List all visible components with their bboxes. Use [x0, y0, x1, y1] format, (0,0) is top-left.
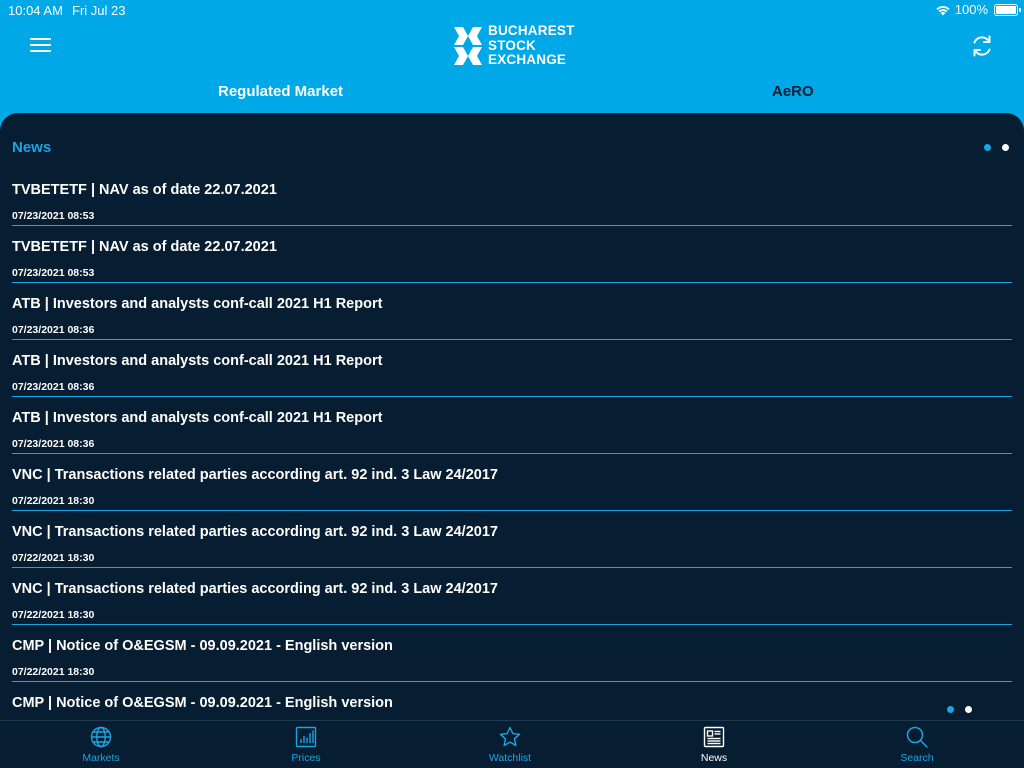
news-item[interactable]: TVBETETF | NAV as of date 22.07.2021 07/… — [0, 227, 1024, 284]
news-item[interactable]: CMP | Notice of O&EGSM - 09.09.2021 - En… — [0, 683, 1024, 720]
page-dot-active[interactable] — [947, 706, 954, 713]
news-list: TVBETETF | NAV as of date 22.07.2021 07/… — [0, 170, 1024, 720]
divider — [12, 396, 1012, 397]
tab-label: Watchlist — [488, 752, 532, 764]
page-dot[interactable] — [965, 706, 972, 713]
news-title: ATB | Investors and analysts conf-call 2… — [12, 296, 383, 312]
news-title: CMP | Notice of O&EGSM - 09.09.2021 - En… — [12, 638, 393, 654]
news-section-title: News — [12, 139, 52, 156]
tab-markets[interactable]: Markets — [56, 725, 146, 764]
page-dot[interactable] — [1002, 144, 1009, 151]
page-dot-active[interactable] — [984, 144, 991, 151]
divider — [12, 339, 1012, 340]
status-bar: 10:04 AM Fri Jul 23 100% — [0, 0, 1024, 22]
divider — [12, 681, 1012, 682]
star-icon — [499, 726, 521, 747]
battery-percent: 100% — [954, 2, 988, 17]
battery-icon — [994, 3, 1021, 16]
refresh-button[interactable] — [968, 32, 996, 60]
news-item[interactable]: CMP | Notice of O&EGSM - 09.09.2021 - En… — [0, 626, 1024, 683]
news-title: ATB | Investors and analysts conf-call 2… — [12, 353, 383, 369]
tab-label: News — [700, 752, 728, 764]
news-item[interactable]: VNC | Transactions related parties accor… — [0, 455, 1024, 512]
menu-button[interactable] — [30, 34, 54, 56]
bvb-logo: BUCHAREST STOCK EXCHANGE — [452, 23, 575, 68]
tab-aero[interactable]: AeRO — [772, 83, 814, 100]
app-header: BUCHAREST STOCK EXCHANGE — [0, 22, 1024, 78]
logo-text: BUCHAREST STOCK EXCHANGE — [488, 23, 575, 68]
bvb-logo-mark-icon — [454, 26, 482, 65]
status-time: 10:04 AM — [8, 3, 63, 18]
news-date: 07/23/2021 08:53 — [12, 210, 95, 222]
news-date: 07/23/2021 08:36 — [12, 324, 95, 336]
hamburger-menu-icon — [30, 37, 54, 52]
battery-level — [996, 5, 1016, 14]
news-item[interactable]: ATB | Investors and analysts conf-call 2… — [0, 341, 1024, 398]
tab-label: Search — [900, 752, 934, 764]
logo-line: BUCHAREST — [488, 23, 575, 38]
divider — [12, 225, 1012, 226]
search-icon — [906, 726, 928, 748]
news-item[interactable]: VNC | Transactions related parties accor… — [0, 569, 1024, 626]
news-item[interactable]: ATB | Investors and analysts conf-call 2… — [0, 284, 1024, 341]
market-tabs: Regulated Market AeRO — [0, 78, 1024, 108]
page-indicator[interactable] — [984, 144, 1009, 151]
tab-label: Prices — [291, 752, 321, 764]
tab-search[interactable]: Search — [872, 725, 962, 764]
logo-line: EXCHANGE — [488, 52, 567, 67]
divider — [12, 567, 1012, 568]
bottom-tab-bar: Markets Prices Watchlist News Search — [0, 720, 1024, 768]
news-date: 07/22/2021 18:30 — [12, 552, 95, 564]
news-item[interactable]: ATB | Investors and analysts conf-call 2… — [0, 398, 1024, 455]
tab-news[interactable]: News — [669, 725, 759, 764]
news-date: 07/22/2021 18:30 — [12, 495, 95, 507]
news-title: TVBETETF | NAV as of date 22.07.2021 — [12, 239, 277, 255]
tab-prices[interactable]: Prices — [261, 725, 351, 764]
news-date: 07/23/2021 08:36 — [12, 438, 95, 450]
refresh-icon — [973, 35, 991, 57]
news-date: 07/22/2021 18:30 — [12, 609, 95, 621]
tab-regulated-market[interactable]: Regulated Market — [218, 83, 343, 100]
status-indicators: 100% — [935, 2, 1021, 17]
divider — [12, 453, 1012, 454]
bottom-page-indicator[interactable] — [947, 706, 972, 713]
logo-line: STOCK — [488, 37, 537, 53]
divider — [12, 282, 1012, 283]
news-title: VNC | Transactions related parties accor… — [12, 581, 498, 597]
news-date: 07/23/2021 08:36 — [12, 381, 95, 393]
globe-icon — [90, 726, 112, 748]
news-title: VNC | Transactions related parties accor… — [12, 467, 498, 483]
tab-label: Markets — [82, 752, 120, 764]
status-date: Fri Jul 23 — [72, 3, 126, 18]
news-item[interactable]: TVBETETF | NAV as of date 22.07.2021 07/… — [0, 170, 1024, 227]
news-title: CMP | Notice of O&EGSM - 09.09.2021 - En… — [12, 695, 393, 711]
news-title: TVBETETF | NAV as of date 22.07.2021 — [12, 182, 277, 198]
divider — [12, 510, 1012, 511]
news-title: VNC | Transactions related parties accor… — [12, 524, 498, 540]
newspaper-icon — [703, 726, 725, 748]
news-panel: News TVBETETF | NAV as of date 22.07.202… — [0, 113, 1024, 720]
bar-chart-icon — [295, 726, 317, 748]
news-date: 07/23/2021 08:53 — [12, 267, 95, 279]
news-title: ATB | Investors and analysts conf-call 2… — [12, 410, 383, 426]
tab-watchlist[interactable]: Watchlist — [465, 725, 555, 764]
news-date: 07/22/2021 18:30 — [12, 666, 95, 678]
wifi-icon — [936, 5, 950, 15]
divider — [12, 624, 1012, 625]
news-item[interactable]: VNC | Transactions related parties accor… — [0, 512, 1024, 569]
